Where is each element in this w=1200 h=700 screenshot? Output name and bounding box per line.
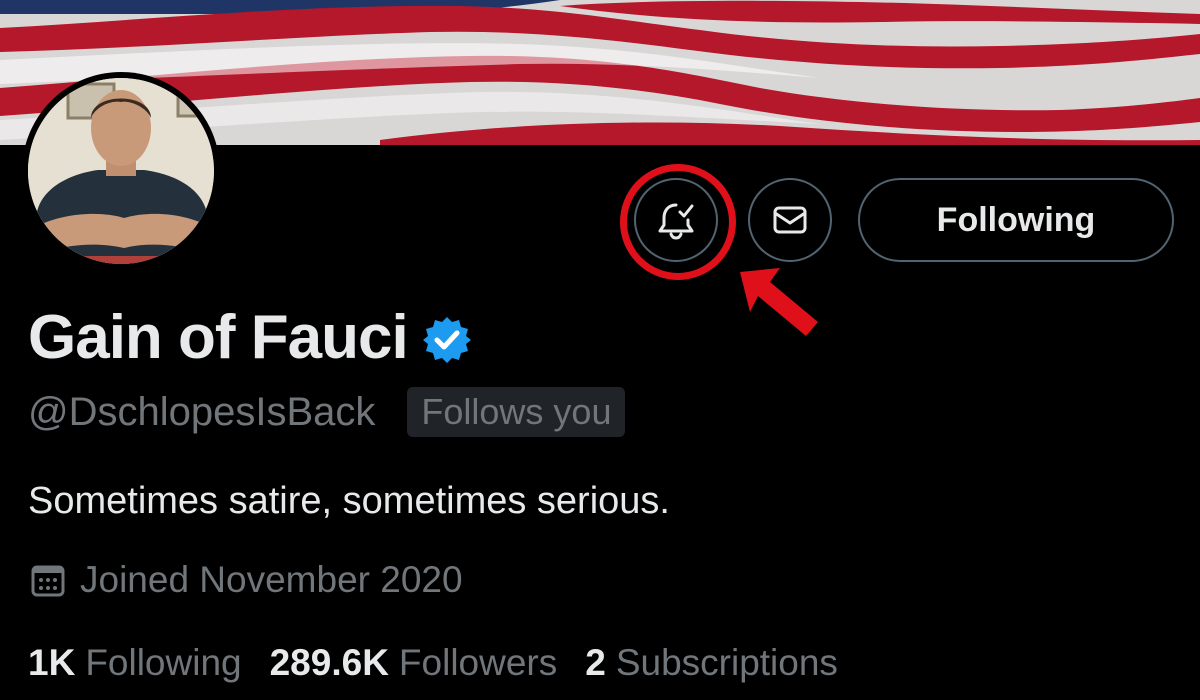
following-button[interactable]: Following: [858, 178, 1174, 262]
followers-count-link[interactable]: 289.6K Followers: [270, 642, 558, 684]
followers-count: 289.6K: [269, 642, 389, 683]
subscriptions-count-label: Subscriptions: [615, 642, 838, 683]
handle-row: @DschlopesIsBack Follows you: [28, 385, 626, 439]
subscriptions-count-link[interactable]: 2 Subscriptions: [585, 642, 838, 684]
following-count: 1K: [28, 642, 76, 683]
name-row: Gain of Fauci: [28, 302, 472, 372]
display-name: Gain of Fauci: [28, 302, 409, 372]
user-handle: @DschlopesIsBack: [28, 389, 376, 434]
following-count-link[interactable]: 1K Following: [28, 642, 242, 684]
bell-check-icon: [658, 203, 694, 240]
verified-badge-icon[interactable]: [422, 315, 472, 365]
red-arrow-annotation: [740, 268, 818, 336]
follows-you-badge: Follows you: [407, 387, 626, 437]
envelope-icon: [773, 206, 807, 234]
avatar-photo: [28, 78, 214, 264]
following-button-label: Following: [936, 200, 1096, 239]
calendar-icon: [31, 565, 65, 597]
subscriptions-count: 2: [585, 642, 606, 683]
followers-count-label: Followers: [398, 642, 558, 683]
joined-row: Joined November 2020: [28, 556, 463, 604]
stats-row: 1K Following 289.6K Followers 2 Subscrip…: [28, 638, 866, 688]
profile-bio: Sometimes satire, sometimes serious.: [28, 480, 670, 522]
joined-date: Joined November 2020: [80, 559, 463, 600]
following-count-label: Following: [85, 642, 242, 683]
notifications-button[interactable]: [634, 178, 718, 262]
message-button[interactable]: [748, 178, 832, 262]
avatar[interactable]: [22, 72, 220, 270]
